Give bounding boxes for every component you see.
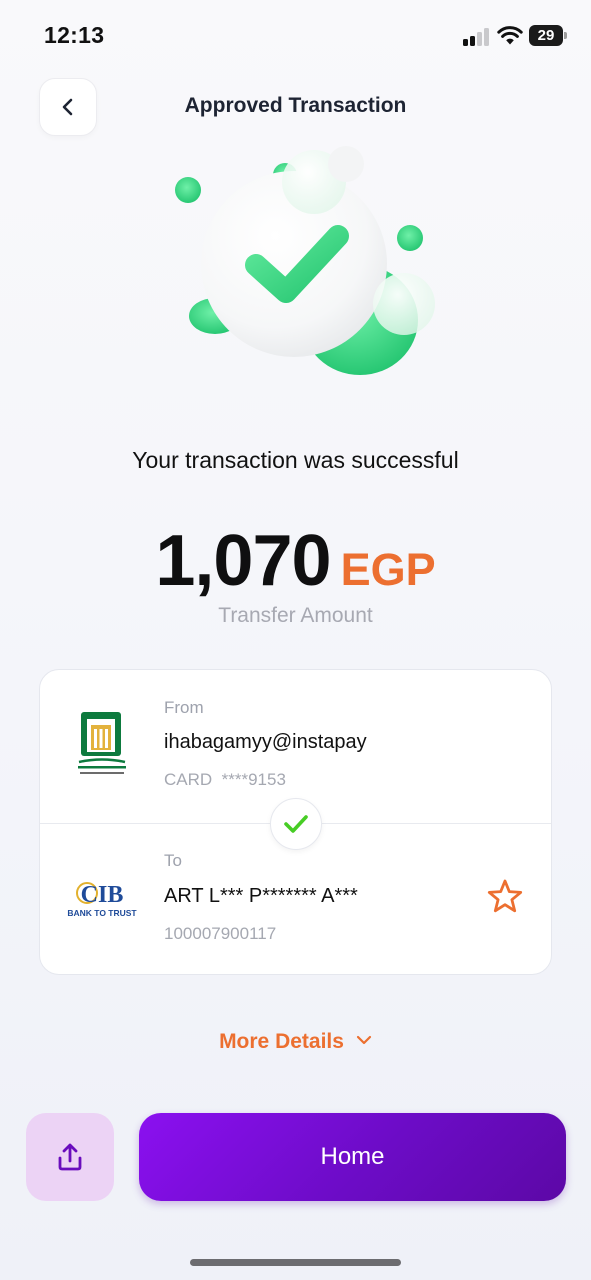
chevron-down-icon — [356, 1036, 372, 1045]
share-button[interactable] — [26, 1113, 114, 1201]
battery-level: 29 — [537, 27, 555, 44]
transfer-amount: 1,070 EGP — [0, 520, 591, 602]
home-indicator — [190, 1259, 401, 1266]
success-check-illustration — [175, 146, 435, 375]
from-label: From — [164, 698, 204, 717]
cib-tagline: BANK TO TRUST — [67, 908, 137, 918]
status-time: 12:13 — [44, 22, 105, 48]
favorite-star-icon[interactable] — [486, 878, 524, 916]
success-message: Your transaction was successful — [132, 447, 459, 473]
battery-icon: 29 — [529, 25, 567, 46]
from-card-label: CARD — [164, 770, 213, 789]
transfer-details-card: From ihabagamyy@instapay CARD ****9153 C… — [39, 669, 552, 975]
wifi-icon — [497, 26, 523, 45]
home-button[interactable]: Home — [139, 1113, 566, 1201]
to-account-number: 100007900117 — [164, 924, 277, 943]
page-title: Approved Transaction — [184, 94, 407, 117]
to-name: ART L*** P******* A*** — [164, 885, 358, 907]
amount-label: Transfer Amount — [218, 604, 373, 627]
cellular-signal-icon — [463, 28, 491, 46]
amount-currency: EGP — [340, 544, 436, 595]
national-bank-of-egypt-logo — [78, 712, 126, 774]
from-card-info: CARD ****9153 — [164, 770, 286, 790]
from-account: ihabagamyy@instapay — [164, 731, 367, 753]
share-icon — [58, 1143, 82, 1171]
from-card-number: ****9153 — [221, 770, 286, 789]
more-details-label: More Details — [219, 1030, 344, 1053]
to-section: CIB BANK TO TRUST To ART L*** P******* A… — [40, 823, 551, 973]
cib-logo-text: CIB — [81, 882, 124, 906]
amount-value: 1,070 — [155, 521, 331, 601]
cib-logo: CIB BANK TO TRUST — [66, 880, 138, 920]
to-label: To — [164, 851, 182, 870]
status-bar: 12:13 29 — [0, 0, 591, 72]
more-details-toggle[interactable]: More Details — [0, 1030, 591, 1054]
